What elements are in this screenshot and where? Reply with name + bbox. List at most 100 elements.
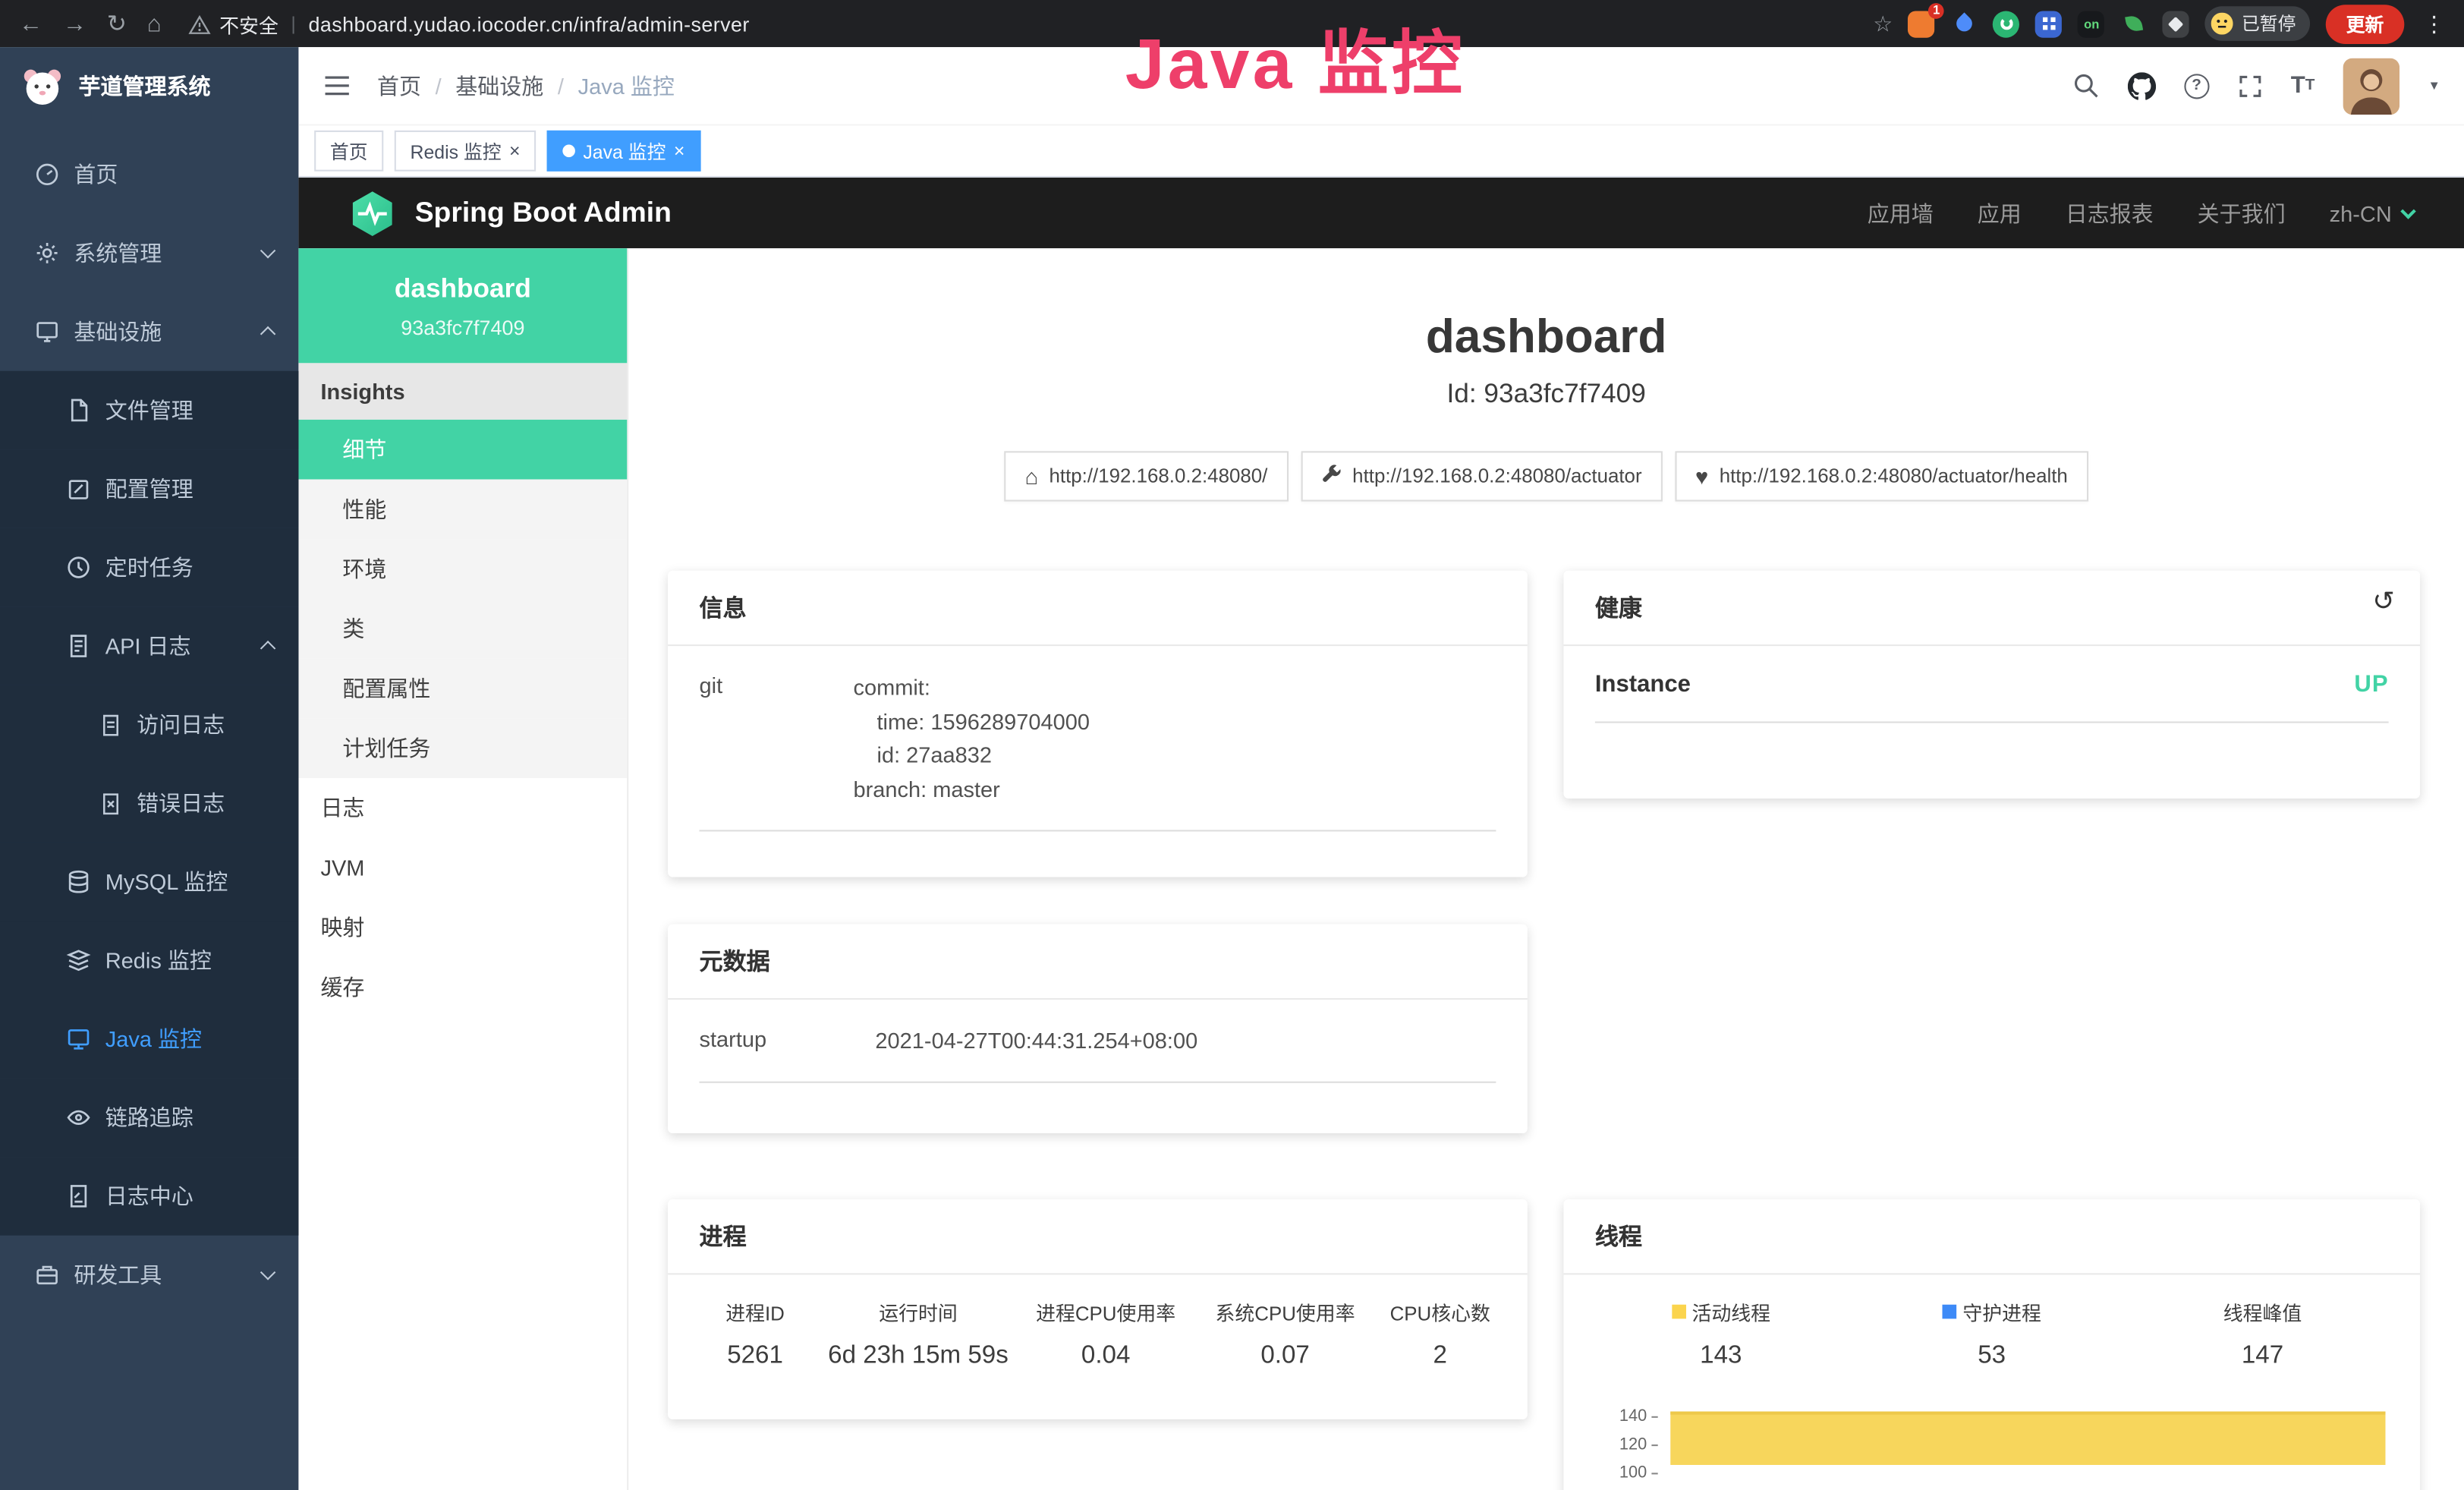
sidebar-toggle-icon[interactable] (323, 72, 352, 99)
sba-item-label: JVM (320, 855, 364, 880)
sba-item-label: 配置属性 (342, 673, 430, 704)
sidebar-item-system[interactable]: 系统管理 (0, 214, 298, 293)
sba-brand[interactable]: Spring Boot Admin (349, 190, 672, 237)
paused-badge[interactable]: 已暂停 (2205, 6, 2310, 41)
sidebar-item-redis-monitor[interactable]: Redis 监控 (0, 921, 298, 1000)
sidebar-item-access-log[interactable]: 访问日志 (0, 685, 298, 764)
row-value: commit: time: 1596289704000 id: 27aa832 … (853, 671, 1090, 808)
extension-icon-green-circle[interactable] (1994, 10, 2020, 36)
sidebar-item-label: Redis 监控 (105, 945, 212, 976)
back-icon[interactable]: ← (19, 12, 42, 36)
col-header: 运行时间 (820, 1296, 1016, 1326)
extension-icon-grid[interactable] (2036, 10, 2063, 36)
card-title: 元数据 (668, 925, 1528, 1000)
sidebar-item-log-center[interactable]: 日志中心 (0, 1157, 298, 1236)
extension-icon-orange[interactable]: 1 (1909, 10, 1935, 36)
row-value: 2021-04-27T00:44:31.254+08:00 (875, 1025, 1197, 1059)
forward-icon[interactable]: → (63, 12, 87, 36)
legend-label: 活动线程 (1692, 1296, 1771, 1326)
tab-redis-monitor[interactable]: Redis 监控 × (395, 131, 536, 172)
sba-item-environment[interactable]: 环境 (298, 539, 627, 599)
sba-nav-applications[interactable]: 应用 (1978, 197, 2022, 228)
link-url: http://192.168.0.2:48080/ (1049, 465, 1267, 487)
sidebar-item-label: API 日志 (105, 630, 191, 661)
url-text: dashboard.yudao.iocoder.cn/infra/admin-s… (308, 12, 749, 36)
sidebar-item-label: 研发工具 (74, 1259, 162, 1290)
sidebar-item-dev-tools[interactable]: 研发工具 (0, 1236, 298, 1315)
app-logo-row[interactable]: 芋道管理系统 (0, 47, 298, 126)
github-icon[interactable] (2127, 71, 2155, 99)
extension-icon-leaf[interactable] (2121, 10, 2148, 36)
clock-icon (66, 555, 91, 580)
question-glyph: ? (2184, 73, 2209, 98)
history-icon[interactable]: ↺ (2372, 586, 2395, 617)
close-icon[interactable]: × (674, 141, 685, 160)
sba-sidebar: dashboard 93a3fc7f7409 Insights 细节 性能 环境… (298, 248, 628, 1490)
sba-item-caches[interactable]: 缓存 (298, 957, 627, 1017)
sidebar-item-java-monitor[interactable]: Java 监控 (0, 1000, 298, 1079)
help-icon[interactable]: ? (2184, 73, 2209, 98)
home-icon[interactable]: ⌂ (147, 12, 162, 36)
close-icon[interactable]: × (509, 141, 521, 160)
sba-item-config-props[interactable]: 配置属性 (298, 659, 627, 719)
edit-icon (66, 476, 91, 501)
screen: ← → ↻ ⌂ 不安全 | dashboard.yudao.iocoder.cn… (0, 0, 2464, 1490)
avatar-caret-icon[interactable]: ▼ (2428, 79, 2440, 93)
tab-home[interactable]: 首页 (314, 131, 383, 172)
sidebar-item-tracing[interactable]: 链路追踪 (0, 1079, 298, 1158)
sba-item-metrics[interactable]: 性能 (298, 480, 627, 540)
legend-square-blue (1942, 1305, 1956, 1319)
database-icon (66, 869, 91, 894)
tab-java-monitor[interactable]: Java 监控 × (547, 131, 700, 172)
health-url-link[interactable]: ♥ http://192.168.0.2:48080/actuator/heal… (1675, 451, 2088, 501)
extension-icon-spark[interactable] (2163, 10, 2189, 36)
sba-item-logs[interactable]: 日志 (298, 778, 627, 838)
font-size-icon[interactable]: TT (2291, 74, 2315, 97)
extension-icon-drop[interactable] (1951, 10, 1978, 36)
sba-item-classes[interactable]: 类 (298, 599, 627, 659)
chrome-update-button[interactable]: 更新 (2326, 4, 2405, 43)
sba-instance-header[interactable]: dashboard 93a3fc7f7409 (298, 248, 627, 363)
sba-logo-icon (349, 190, 396, 237)
col-header: CPU核心数 (1375, 1296, 1506, 1326)
instance-id: 93a3fc7f7409 (311, 316, 615, 339)
search-icon[interactable] (2072, 72, 2099, 99)
log-center-icon (66, 1183, 91, 1208)
sidebar-item-scheduled-jobs[interactable]: 定时任务 (0, 528, 298, 607)
threads-card: 线程 活动线程 143 守护进程 (1563, 1199, 2420, 1490)
bookmark-star-icon[interactable]: ☆ (1873, 10, 1893, 36)
sidebar-item-home[interactable]: 首页 (0, 135, 298, 214)
cell-value: 0.07 (1195, 1342, 1374, 1370)
sba-item-mappings[interactable]: 映射 (298, 897, 627, 957)
y-axis-tick: 100 (1585, 1465, 1657, 1481)
link-url: http://192.168.0.2:48080/actuator (1352, 465, 1641, 487)
browser-menu-icon[interactable]: ⋮ (2423, 10, 2445, 36)
sidebar-item-config-manage[interactable]: 配置管理 (0, 449, 298, 528)
sba-item-details[interactable]: 细节 (298, 420, 627, 480)
breadcrumb-item[interactable]: 首页 (377, 70, 421, 101)
sba-item-jvm[interactable]: JVM (298, 838, 627, 898)
sidebar-item-label: 访问日志 (137, 709, 225, 740)
sidebar-item-api-log[interactable]: API 日志 (0, 606, 298, 685)
breadcrumb-separator: / (436, 73, 442, 98)
address-bar[interactable]: 不安全 | dashboard.yudao.iocoder.cn/infra/a… (188, 8, 750, 38)
sba-item-scheduled-tasks[interactable]: 计划任务 (298, 718, 627, 778)
app-window: 芋道管理系统 首页 系统管理 基础设施 (0, 47, 2464, 1490)
threads-chart: 140 120 100 (1585, 1408, 2398, 1490)
sidebar-item-infrastructure[interactable]: 基础设施 (0, 292, 298, 371)
reload-icon[interactable]: ↻ (107, 12, 127, 36)
user-avatar[interactable] (2343, 58, 2400, 115)
sba-nav-journal[interactable]: 日志报表 (2066, 197, 2154, 228)
sba-locale-select[interactable]: zh-CN (2330, 200, 2414, 225)
card-title: 信息 (668, 571, 1528, 646)
sidebar-item-error-log[interactable]: 错误日志 (0, 764, 298, 843)
actuator-url-link[interactable]: http://192.168.0.2:48080/actuator (1301, 451, 1663, 501)
extension-icon-on[interactable]: on (2079, 10, 2105, 36)
sidebar-item-file-manage[interactable]: 文件管理 (0, 371, 298, 450)
sba-nav-wallboard[interactable]: 应用墙 (1868, 197, 1934, 228)
fullscreen-icon[interactable] (2237, 73, 2262, 98)
sidebar-item-mysql-monitor[interactable]: MySQL 监控 (0, 843, 298, 921)
service-url-link[interactable]: ⌂ http://192.168.0.2:48080/ (1005, 451, 1289, 501)
wrench-icon (1321, 464, 1342, 489)
sba-nav-about[interactable]: 关于我们 (2198, 197, 2286, 228)
